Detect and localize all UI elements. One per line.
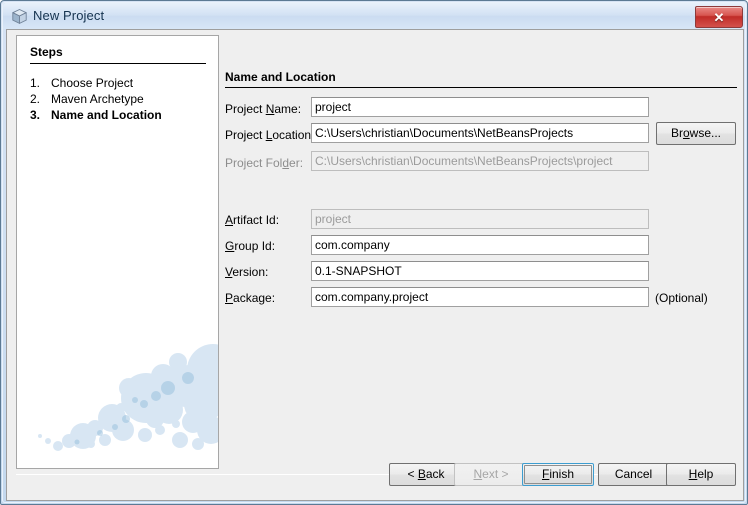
dialog-client-area: Steps 1. Choose Project 2. Maven Archetype…	[6, 29, 744, 501]
group-id-label: Group Id:	[225, 239, 276, 253]
steps-panel: Steps 1. Choose Project 2. Maven Archetype…	[16, 35, 219, 469]
project-folder-input: C:\Users\christian\Documents\NetBeansPro…	[311, 151, 649, 171]
step-item-choose-project[interactable]: 1. Choose Project	[30, 76, 133, 90]
package-input[interactable]: com.company.project	[311, 287, 649, 307]
project-location-input[interactable]: C:\Users\christian\Documents\NetBeansPro…	[311, 123, 649, 143]
version-label: Version:	[225, 265, 269, 279]
close-icon: ✕	[713, 9, 725, 25]
step-number: 3.	[30, 108, 41, 122]
title-bar[interactable]: New Project ✕	[3, 3, 747, 29]
new-project-dialog-window: New Project ✕ Steps 1. Choose Project 2. M…	[0, 0, 748, 505]
artifact-id-input: project	[311, 209, 649, 229]
project-cube-icon	[11, 8, 28, 25]
step-number: 1.	[30, 76, 41, 90]
project-name-input[interactable]: project	[311, 97, 649, 117]
group-id-input[interactable]: com.company	[311, 235, 649, 255]
next-button: Next >	[454, 463, 528, 486]
decorative-bubbles-graphic	[38, 344, 218, 451]
cancel-button[interactable]: Cancel	[598, 463, 669, 486]
project-folder-label: Project Folder:	[225, 156, 304, 170]
steps-heading-rule	[30, 63, 206, 64]
finish-button[interactable]: Finish	[522, 463, 594, 486]
project-name-label: Project Name:	[225, 102, 302, 116]
step-label: Choose Project	[51, 76, 134, 90]
step-item-maven-archetype[interactable]: 2. Maven Archetype	[30, 92, 144, 106]
window-title: New Project	[33, 8, 105, 23]
project-location-label: Project Location:	[225, 128, 315, 142]
step-number: 2.	[30, 92, 41, 106]
back-button[interactable]: < Back	[389, 463, 463, 486]
steps-heading: Steps	[30, 45, 63, 59]
step-label: Maven Archetype	[51, 92, 144, 106]
version-input[interactable]: 0.1-SNAPSHOT	[311, 261, 649, 281]
artifact-id-label: Artifact Id:	[225, 213, 280, 227]
page-title: Name and Location	[225, 70, 336, 84]
step-item-name-and-location[interactable]: 3. Name and Location	[30, 108, 162, 122]
help-button[interactable]: Help	[666, 463, 736, 486]
close-button[interactable]: ✕	[695, 6, 743, 28]
package-label: Package:	[225, 291, 276, 305]
step-label: Name and Location	[51, 108, 162, 122]
browse-button[interactable]: Browse...	[656, 122, 736, 145]
package-optional-note: (Optional)	[655, 291, 708, 305]
page-title-rule	[225, 87, 737, 88]
